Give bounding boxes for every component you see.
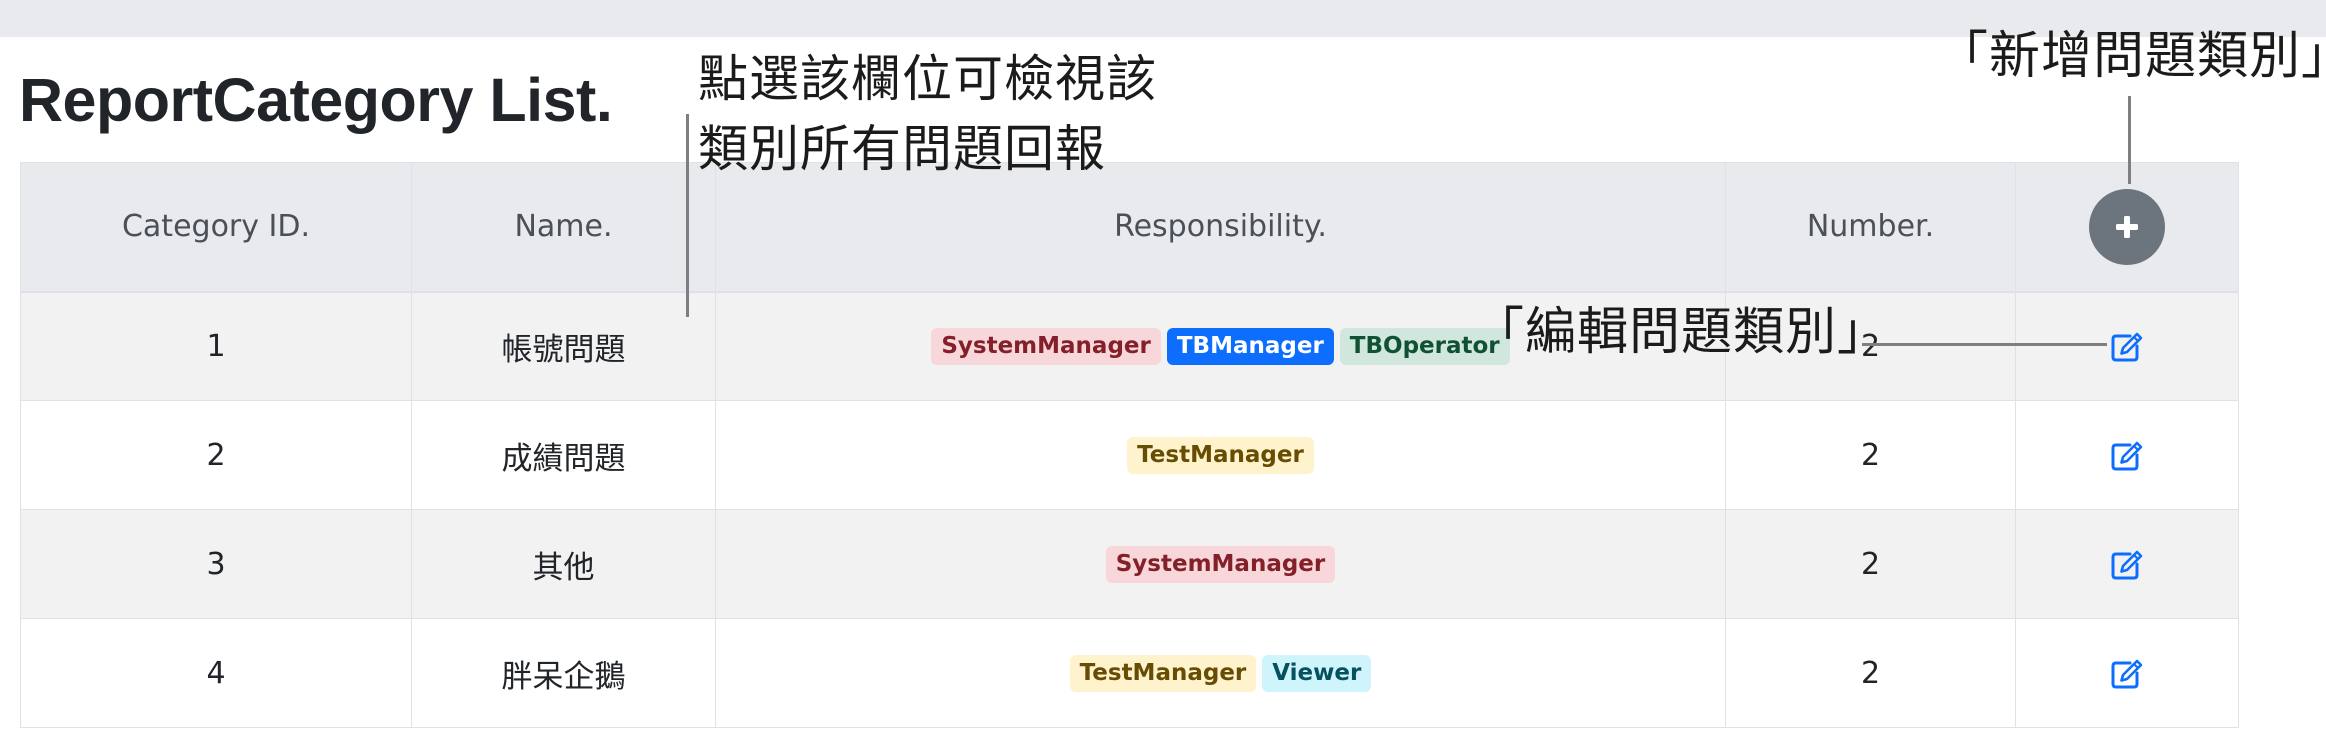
edit-icon	[2111, 659, 2143, 689]
role-badge: SystemManager	[931, 327, 1161, 365]
edit-icon	[2111, 441, 2143, 471]
leader-line-edit	[1862, 343, 2107, 346]
add-category-button[interactable]	[2089, 188, 2165, 265]
table-row: 2 成績問題 TestManager 2	[20, 400, 2239, 510]
cell-name[interactable]: 成績問題	[411, 400, 716, 510]
edit-icon	[2111, 550, 2143, 580]
role-badge: TestManager	[1069, 654, 1257, 692]
cell-name[interactable]: 胖呆企鵝	[411, 618, 716, 728]
cell-name[interactable]: 帳號問題	[411, 291, 716, 401]
cell-responsibility: TestManager	[715, 400, 1726, 510]
annotation-view-hint: 點選該欄位可檢視該 類別所有問題回報	[698, 44, 1157, 184]
cell-category-id: 4	[20, 618, 412, 728]
table-row: 4 胖呆企鵝 TestManager Viewer 2	[20, 618, 2239, 728]
role-badge: SystemManager	[1105, 545, 1336, 583]
edit-category-button[interactable]	[2111, 550, 2143, 580]
leader-line-view	[686, 114, 689, 317]
annotation-view-line-1: 點選該欄位可檢視該	[698, 50, 1157, 108]
annotation-edit-hint: 「編輯問題類別」	[1473, 303, 1890, 362]
cell-number: 2	[1725, 618, 2016, 728]
annotation-add-hint: 「新增問題類別」	[1937, 27, 2326, 86]
header-category-id: Category ID.	[20, 162, 412, 293]
edit-category-button[interactable]	[2111, 441, 2143, 471]
report-category-table: Category ID. Name. Responsibility. Numbe…	[20, 162, 2239, 728]
cell-category-id: 3	[20, 509, 412, 619]
edit-icon	[2111, 332, 2143, 362]
leader-line-add	[2128, 96, 2131, 184]
cell-category-id: 2	[20, 400, 412, 510]
table-row: 3 其他 SystemManager 2	[20, 509, 2239, 619]
role-badge: Viewer	[1262, 654, 1372, 692]
cell-responsibility: TestManager Viewer	[715, 618, 1726, 728]
cell-category-id: 1	[20, 291, 412, 401]
cell-actions	[2015, 509, 2239, 619]
role-badge: TBManager	[1166, 327, 1334, 365]
header-actions	[2015, 162, 2239, 293]
header-number: Number.	[1725, 162, 2016, 293]
cell-responsibility: SystemManager	[715, 509, 1726, 619]
cell-actions	[2015, 291, 2239, 401]
table-row: 1 帳號問題 SystemManager TBManager TBOperator 2	[20, 291, 2239, 401]
role-badge: TestManager	[1127, 436, 1314, 474]
cell-number: 2	[1725, 400, 2016, 510]
page-title: ReportCategory List.	[19, 66, 613, 134]
cell-actions	[2015, 618, 2239, 728]
edit-category-button[interactable]	[2111, 659, 2143, 689]
plus-icon	[2116, 215, 2138, 238]
cell-number: 2	[1725, 509, 2016, 619]
edit-category-button[interactable]	[2111, 332, 2143, 362]
annotation-view-line-2: 類別所有問題回報	[698, 120, 1106, 178]
header-name: Name.	[411, 162, 716, 293]
cell-name[interactable]: 其他	[411, 509, 716, 619]
cell-actions	[2015, 400, 2239, 510]
